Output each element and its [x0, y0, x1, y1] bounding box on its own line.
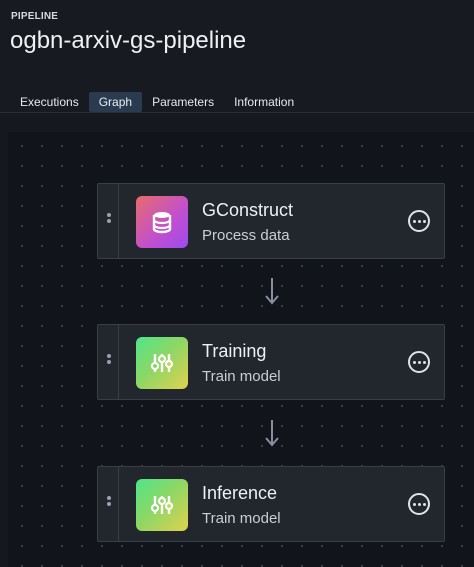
arrow-down-icon [265, 420, 279, 447]
tab-divider [0, 112, 474, 113]
page-title: ogbn-arxiv-gs-pipeline [10, 27, 247, 54]
node-name: Inference [202, 483, 278, 503]
page-eyebrow: PIPELINE [11, 11, 59, 22]
tab-information[interactable]: Information [224, 92, 304, 112]
pipeline-node-training[interactable]: Training Train model [97, 324, 445, 400]
arrow-down-icon [265, 278, 279, 305]
node-subtitle: Process data [202, 227, 290, 244]
drag-handle[interactable] [98, 184, 119, 258]
node-name: GConstruct [202, 200, 294, 220]
more-options-icon[interactable] [408, 493, 430, 515]
sliders-icon [136, 479, 188, 531]
tab-parameters[interactable]: Parameters [142, 92, 224, 112]
pipeline-node-gconstruct[interactable]: GConstruct Process data [97, 183, 445, 259]
pipeline-node-inference[interactable]: Inference Train model [97, 466, 445, 542]
node-subtitle: Train model [202, 368, 281, 385]
more-options-icon[interactable] [408, 351, 430, 373]
tab-executions[interactable]: Executions [10, 92, 89, 112]
drag-handle[interactable] [98, 325, 119, 399]
node-name: Training [202, 341, 267, 361]
drag-handle-icon [107, 354, 111, 368]
drag-handle[interactable] [98, 467, 119, 541]
node-subtitle: Train model [202, 510, 281, 527]
sliders-icon [136, 337, 188, 389]
more-options-icon[interactable] [408, 210, 430, 232]
page-header: PIPELINE ogbn-arxiv-gs-pipeline Executio… [0, 0, 474, 118]
drag-handle-icon [107, 213, 111, 227]
tab-bar: Executions Graph Parameters Information [10, 92, 304, 112]
tab-graph[interactable]: Graph [88, 92, 143, 112]
drag-handle-icon [107, 496, 111, 510]
database-icon [136, 196, 188, 248]
